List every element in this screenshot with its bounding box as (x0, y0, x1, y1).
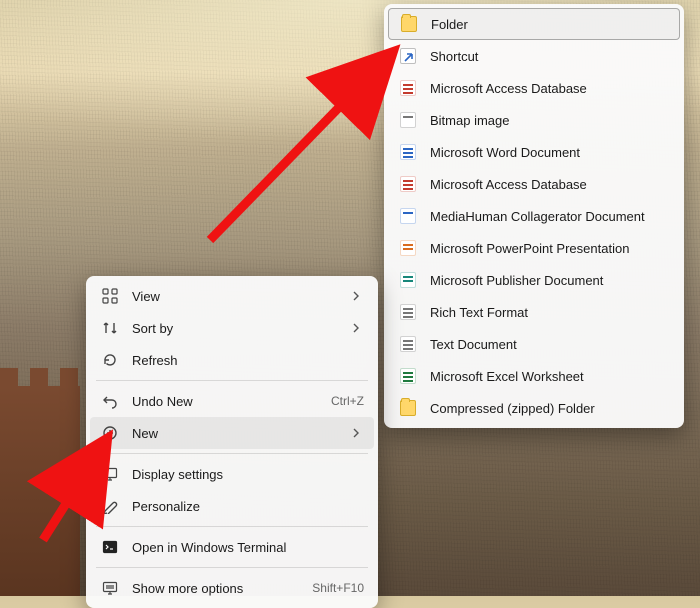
undo-icon (100, 391, 120, 411)
folder-icon (399, 14, 419, 34)
menu-item-more-options[interactable]: Show more options Shift+F10 (90, 572, 374, 604)
menu-shortcut: Ctrl+Z (331, 394, 364, 408)
submenu-label: Microsoft Access Database (430, 177, 670, 192)
menu-label: Display settings (132, 467, 364, 482)
submenu-label: Text Document (430, 337, 670, 352)
submenu-label: Shortcut (430, 49, 670, 64)
submenu-item-mediahuman[interactable]: MediaHuman Collagerator Document (388, 200, 680, 232)
submenu-label: Bitmap image (430, 113, 670, 128)
menu-separator (96, 567, 368, 568)
chevron-right-icon (348, 291, 364, 301)
chevron-right-icon (348, 323, 364, 333)
menu-item-sort-by[interactable]: Sort by (90, 312, 374, 344)
powerpoint-icon (398, 238, 418, 258)
excel-icon (398, 366, 418, 386)
submenu-item-rtf[interactable]: Rich Text Format (388, 296, 680, 328)
submenu-item-excel[interactable]: Microsoft Excel Worksheet (388, 360, 680, 392)
menu-label: Personalize (132, 499, 364, 514)
submenu-label: Compressed (zipped) Folder (430, 401, 670, 416)
submenu-item-bitmap[interactable]: Bitmap image (388, 104, 680, 136)
submenu-item-access-db[interactable]: Microsoft Access Database (388, 72, 680, 104)
submenu-label: Microsoft Word Document (430, 145, 670, 160)
submenu-item-zipped[interactable]: Compressed (zipped) Folder (388, 392, 680, 424)
submenu-label: Microsoft PowerPoint Presentation (430, 241, 670, 256)
access-db-icon (398, 78, 418, 98)
submenu-item-text[interactable]: Text Document (388, 328, 680, 360)
submenu-label: Folder (431, 17, 669, 32)
menu-item-refresh[interactable]: Refresh (90, 344, 374, 376)
menu-item-display-settings[interactable]: Display settings (90, 458, 374, 490)
access-db-icon (398, 174, 418, 194)
menu-label: Show more options (132, 581, 304, 596)
menu-label: New (132, 426, 348, 441)
submenu-item-word[interactable]: Microsoft Word Document (388, 136, 680, 168)
menu-separator (96, 526, 368, 527)
view-icon (100, 286, 120, 306)
bitmap-icon (398, 110, 418, 130)
menu-item-new[interactable]: New (90, 417, 374, 449)
desktop-wallpaper-wall (0, 386, 80, 596)
menu-label: Sort by (132, 321, 348, 336)
new-icon (100, 423, 120, 443)
word-doc-icon (398, 142, 418, 162)
mediahuman-icon (398, 206, 418, 226)
submenu-item-folder[interactable]: Folder (388, 8, 680, 40)
submenu-label: Microsoft Excel Worksheet (430, 369, 670, 384)
shortcut-icon (398, 46, 418, 66)
submenu-label: Microsoft Publisher Document (430, 273, 670, 288)
menu-label: Refresh (132, 353, 364, 368)
menu-label: Open in Windows Terminal (132, 540, 364, 555)
submenu-item-access-db-2[interactable]: Microsoft Access Database (388, 168, 680, 200)
terminal-icon (100, 537, 120, 557)
display-settings-icon (100, 464, 120, 484)
menu-item-personalize[interactable]: Personalize (90, 490, 374, 522)
desktop-context-menu: View Sort by Refresh Undo New (86, 276, 378, 608)
menu-separator (96, 380, 368, 381)
submenu-label: Microsoft Access Database (430, 81, 670, 96)
menu-separator (96, 453, 368, 454)
text-doc-icon (398, 334, 418, 354)
menu-label: Undo New (132, 394, 323, 409)
submenu-item-shortcut[interactable]: Shortcut (388, 40, 680, 72)
submenu-item-publisher[interactable]: Microsoft Publisher Document (388, 264, 680, 296)
menu-item-open-terminal[interactable]: Open in Windows Terminal (90, 531, 374, 563)
refresh-icon (100, 350, 120, 370)
submenu-item-powerpoint[interactable]: Microsoft PowerPoint Presentation (388, 232, 680, 264)
menu-shortcut: Shift+F10 (312, 581, 364, 595)
publisher-icon (398, 270, 418, 290)
personalize-icon (100, 496, 120, 516)
menu-label: View (132, 289, 348, 304)
new-submenu: Folder Shortcut Microsoft Access Databas… (384, 4, 684, 428)
menu-item-undo[interactable]: Undo New Ctrl+Z (90, 385, 374, 417)
rtf-icon (398, 302, 418, 322)
sort-icon (100, 318, 120, 338)
chevron-right-icon (348, 428, 364, 438)
zipped-folder-icon (398, 398, 418, 418)
submenu-label: Rich Text Format (430, 305, 670, 320)
menu-item-view[interactable]: View (90, 280, 374, 312)
submenu-label: MediaHuman Collagerator Document (430, 209, 670, 224)
more-options-icon (100, 578, 120, 598)
